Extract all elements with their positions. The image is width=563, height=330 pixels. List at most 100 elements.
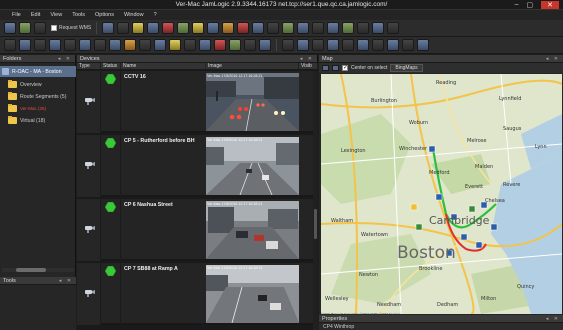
device-row[interactable]: CP 7 SB88 at Ramp A Ver-Mac 17/8/2016 12…: [77, 263, 313, 325]
traffic-icon[interactable]: [342, 39, 354, 51]
check-icon[interactable]: [229, 39, 241, 51]
layers-icon[interactable]: [147, 22, 160, 34]
delete-icon[interactable]: [34, 39, 46, 51]
route-icon[interactable]: [282, 22, 295, 34]
camera-icon[interactable]: [222, 22, 235, 34]
camera-snapshot[interactable]: Ver-Mac 17/8/2016 12:17:16:28:21: [206, 265, 299, 323]
device-row[interactable]: CCTV 16 Ver-Mac 17/8/2016 12:17:16:28:21: [77, 71, 313, 133]
folder-icon[interactable]: [132, 22, 145, 34]
help-icon[interactable]: [417, 39, 429, 51]
window-icon[interactable]: [372, 22, 385, 34]
column-image[interactable]: Image: [206, 63, 299, 69]
info-icon[interactable]: [387, 22, 400, 34]
lightning-icon[interactable]: [192, 22, 205, 34]
key-icon[interactable]: [312, 22, 325, 34]
camera-snapshot[interactable]: Ver-Mac 17/8/2016 12:17:16:28:21: [206, 201, 299, 259]
map-layers-icon[interactable]: [322, 65, 329, 71]
sort-icon[interactable]: [199, 39, 211, 51]
device-marker[interactable]: [490, 223, 498, 231]
column-type[interactable]: Type: [77, 63, 101, 69]
edit-icon[interactable]: [19, 39, 31, 51]
menu-help[interactable]: ?: [154, 12, 157, 18]
refresh-icon[interactable]: [19, 22, 31, 34]
warning-icon[interactable]: [214, 39, 226, 51]
chart-icon[interactable]: [207, 22, 220, 34]
column-name[interactable]: Name: [121, 63, 206, 69]
request-wms-checkbox[interactable]: Request WMS: [51, 25, 91, 31]
calendar-icon[interactable]: [259, 39, 271, 51]
settings-icon[interactable]: [267, 22, 280, 34]
tree-item-route-segments[interactable]: Route Segments (5): [0, 91, 76, 102]
panel-pin-close-icon[interactable]: ◂ ✕: [300, 56, 314, 62]
copy-icon[interactable]: [49, 39, 61, 51]
menu-window[interactable]: Window: [124, 12, 144, 18]
column-status[interactable]: Status: [101, 63, 121, 69]
device-marker[interactable]: [435, 193, 443, 201]
panel-pin-close-icon[interactable]: ◂ ✕: [58, 56, 72, 62]
gps-icon[interactable]: [402, 39, 414, 51]
menu-view[interactable]: View: [50, 12, 62, 18]
device-row[interactable]: CP 5 - Rutherford before BH Ver-Mac 17/8…: [77, 135, 313, 197]
map-source-select[interactable]: BingMaps: [390, 64, 423, 72]
devices-vertical-scrollbar[interactable]: [313, 71, 318, 330]
speed-icon[interactable]: [357, 39, 369, 51]
import-icon[interactable]: [297, 39, 309, 51]
pointer-icon[interactable]: [34, 22, 46, 34]
menu-edit[interactable]: Edit: [31, 12, 40, 18]
filter-icon[interactable]: [184, 39, 196, 51]
menu-tools[interactable]: Tools: [72, 12, 85, 18]
video-icon[interactable]: [312, 39, 324, 51]
redo-icon[interactable]: [109, 39, 121, 51]
checkbox-box[interactable]: [51, 25, 57, 31]
device-marker[interactable]: [475, 241, 483, 249]
tree-item-virtual[interactable]: Virtual (18): [0, 115, 76, 126]
properties-tab[interactable]: CP4 Winthrop: [319, 323, 563, 330]
camera-snapshot[interactable]: Ver-Mac 17/8/2016 12:17:16:28:21: [206, 137, 299, 195]
add-icon[interactable]: [4, 39, 16, 51]
sign-icon[interactable]: [177, 22, 190, 34]
play-icon[interactable]: [342, 22, 355, 34]
paste-icon[interactable]: [64, 39, 76, 51]
panel-pin-close-icon[interactable]: ◂ ✕: [546, 56, 560, 62]
center-on-select-checkbox[interactable]: [342, 64, 348, 71]
cut-icon[interactable]: [79, 39, 91, 51]
scrollbar-thumb[interactable]: [16, 268, 46, 272]
user-icon[interactable]: [327, 22, 340, 34]
stop-icon[interactable]: [237, 22, 250, 34]
grid-icon[interactable]: [357, 22, 370, 34]
clock-icon[interactable]: [244, 39, 256, 51]
globe-icon[interactable]: [297, 22, 310, 34]
weather-icon[interactable]: [372, 39, 384, 51]
panel-pin-close-icon[interactable]: ◂ ✕: [546, 316, 560, 322]
star-icon[interactable]: [169, 39, 181, 51]
device-marker[interactable]: [428, 145, 436, 153]
close-button[interactable]: ✕: [541, 1, 559, 9]
menu-file[interactable]: File: [12, 12, 21, 18]
menu-options[interactable]: Options: [95, 12, 114, 18]
link-icon[interactable]: [387, 39, 399, 51]
map-zoom-icon[interactable]: [332, 65, 339, 71]
maximize-button[interactable]: ▢: [527, 1, 534, 9]
device-row[interactable]: CP 6 Nashua Street Ver-Mac 17/8/2016 12:…: [77, 199, 313, 261]
column-visibility[interactable]: Visib: [299, 63, 318, 69]
camera-snapshot[interactable]: Ver-Mac 17/8/2016 12:17:16:28:21: [206, 73, 299, 131]
connect-icon[interactable]: [4, 22, 16, 34]
tree-item-root[interactable]: R-OAC - MA - Boston: [0, 66, 76, 77]
undo-icon[interactable]: [94, 39, 106, 51]
export-icon[interactable]: [282, 39, 294, 51]
scrollbar-thumb[interactable]: [314, 209, 317, 239]
minimize-button[interactable]: –: [515, 1, 519, 9]
message-icon[interactable]: [327, 39, 339, 51]
unlock-icon[interactable]: [139, 39, 151, 51]
tree-item-ver-mac[interactable]: Ver-Mac (25): [0, 103, 76, 114]
tree-item-overview[interactable]: Overview: [0, 79, 76, 90]
device-marker[interactable]: [468, 205, 476, 213]
panel-pin-close-icon[interactable]: ◂ ✕: [59, 278, 73, 284]
device-marker[interactable]: [415, 223, 423, 231]
device-marker[interactable]: [410, 203, 418, 211]
zoom-icon[interactable]: [102, 22, 115, 34]
document-icon[interactable]: [252, 22, 265, 34]
map-canvas[interactable]: Reading Burlington Lynnfield Woburn Lexi…: [321, 74, 562, 314]
hand-icon[interactable]: [117, 22, 130, 34]
device-marker[interactable]: [460, 233, 468, 241]
